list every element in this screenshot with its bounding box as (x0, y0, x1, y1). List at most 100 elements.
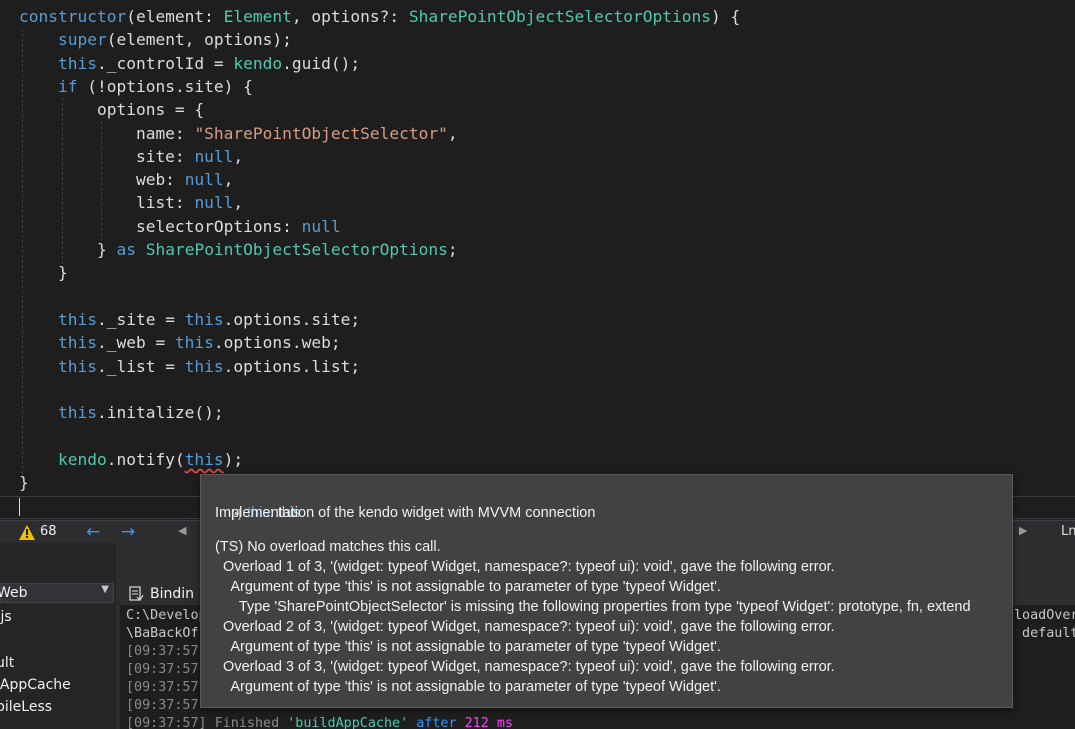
warning-count: 68 (40, 524, 57, 539)
code-token: kendo (57, 449, 107, 469)
code-line: } as SharePointObjectSelectorOptions; (19, 238, 458, 261)
list-item[interactable]: .js (0, 609, 12, 625)
tooltip-error-line: Overload 1 of 3, '(widget: typeof Widget… (215, 559, 835, 575)
code-token: ._web = (96, 333, 175, 353)
code-token: ; (447, 240, 458, 259)
list-item[interactable]: pileLess (0, 699, 52, 715)
code-token: name: (19, 123, 195, 143)
code-token: , (233, 146, 244, 166)
tab-bindings[interactable]: Bindin (128, 583, 194, 605)
code-line: kendo.notify(this); (19, 448, 243, 471)
code-token: , (233, 193, 244, 213)
code-token: Element (223, 7, 292, 26)
code-token: this (57, 333, 97, 353)
code-line: } (19, 261, 68, 284)
code-token: (element, options); (106, 30, 292, 50)
code-line: this._site = this.options.site; (19, 308, 360, 331)
tooltip-error-line: Argument of type 'this' is not assignabl… (215, 679, 721, 695)
list-item[interactable]: ult (0, 655, 14, 671)
list-item[interactable]: lAppCache (0, 677, 71, 693)
code-token: this (184, 356, 224, 376)
tooltip-error-line: Argument of type 'this' is not assignabl… (215, 579, 721, 595)
line-indicator: Ln (1061, 524, 1075, 539)
tooltip-error-line: Argument of type 'this' is not assignabl… (215, 639, 721, 655)
code-token: "SharePointObjectSelector" (194, 123, 448, 143)
arrow-left-icon[interactable]: ← (86, 522, 100, 542)
scroll-right-icon[interactable]: ▶ (1019, 524, 1027, 537)
code-token: SharePointObjectSelectorOptions (408, 7, 711, 26)
code-line: list: null, (19, 191, 243, 214)
output-text-fragment: loadOver (1014, 608, 1075, 623)
output-line: [09:37:57 (126, 679, 199, 697)
warning-count-indicator[interactable]: 68 (19, 523, 57, 541)
output-token: [09:37:57 (126, 680, 199, 695)
code-line: web: null, (19, 168, 233, 191)
code-line: this._controlId = kendo.guid(); (19, 52, 360, 75)
code-token: ) { (710, 7, 741, 26)
chevron-down-icon: ▼ (101, 584, 109, 595)
output-token: C:\Develop (126, 608, 207, 623)
code-token: null (194, 146, 234, 166)
output-token: 212 ms (464, 716, 513, 729)
code-editor[interactable]: constructor(element: Element, options?: … (0, 0, 1075, 520)
tooltip-error-line: Overload 2 of 3, '(widget: typeof Widget… (215, 619, 835, 635)
project-dropdown[interactable]: Web ▼ (0, 583, 114, 603)
output-line: [09:37:57] Finished 'buildAppCache' afte… (126, 715, 513, 729)
code-token: this (57, 356, 97, 376)
arrow-right-icon[interactable]: → (121, 522, 135, 542)
code-token: .options.site; (223, 309, 361, 329)
output-token: Finished (214, 716, 288, 729)
output-token: [09:37:57] (126, 716, 215, 729)
tooltip-error-line: Type 'SharePointObjectSelector' is missi… (215, 599, 971, 615)
output-token: [09:37:57 (126, 662, 199, 677)
code-token: web: (19, 170, 185, 190)
text-caret (19, 498, 20, 516)
code-token: .notify( (106, 449, 185, 469)
code-token: .options.web; (213, 333, 341, 353)
warning-icon (19, 524, 35, 540)
tooltip-error-line: Overload 3 of 3, '(widget: typeof Widget… (215, 659, 835, 675)
code-token: as (116, 240, 136, 259)
code-token: , options?: (291, 7, 409, 26)
code-token: .initalize(); (96, 403, 224, 423)
code-line: this.initalize(); (19, 401, 224, 424)
code-line: if (!options.site) { (19, 75, 253, 98)
output-token: \BaBackOf (126, 626, 199, 641)
code-token: .guid(); (282, 53, 361, 73)
code-line: options = { (19, 98, 204, 121)
binding-icon (129, 586, 144, 601)
code-token: ); (223, 449, 244, 469)
project-dropdown-value: Web (0, 585, 28, 601)
output-token: after (408, 716, 465, 729)
output-line: [09:37:57 (126, 643, 199, 661)
code-token: ._list = (96, 356, 185, 376)
code-token: site: (19, 146, 195, 166)
code-line: name: "SharePointObjectSelector", (19, 122, 458, 145)
code-token: options = { (19, 100, 205, 120)
code-token: SharePointObjectSelectorOptions (145, 240, 448, 259)
tooltip-description: Implementation of the kendo widget with … (215, 505, 596, 521)
code-token: } (19, 263, 68, 283)
output-token: [09:37:57 (126, 698, 199, 713)
code-token: this (184, 449, 224, 469)
output-line: [09:37:57 (126, 661, 199, 679)
code-token: , (447, 123, 458, 143)
output-line: C:\Develop (126, 607, 207, 625)
code-token: list: (19, 193, 195, 213)
code-token: null (301, 216, 341, 236)
output-token: [09:37:57 (126, 644, 199, 659)
tooltip-signature: [•] this: this (215, 483, 300, 521)
code-line: this._list = this.options.list; (19, 355, 360, 378)
scroll-left-icon[interactable]: ◀ (178, 524, 186, 537)
code-token: this (184, 309, 224, 329)
code-token: this (57, 309, 97, 329)
code-line: site: null, (19, 145, 243, 168)
code-line: selectorOptions: null (19, 215, 341, 238)
